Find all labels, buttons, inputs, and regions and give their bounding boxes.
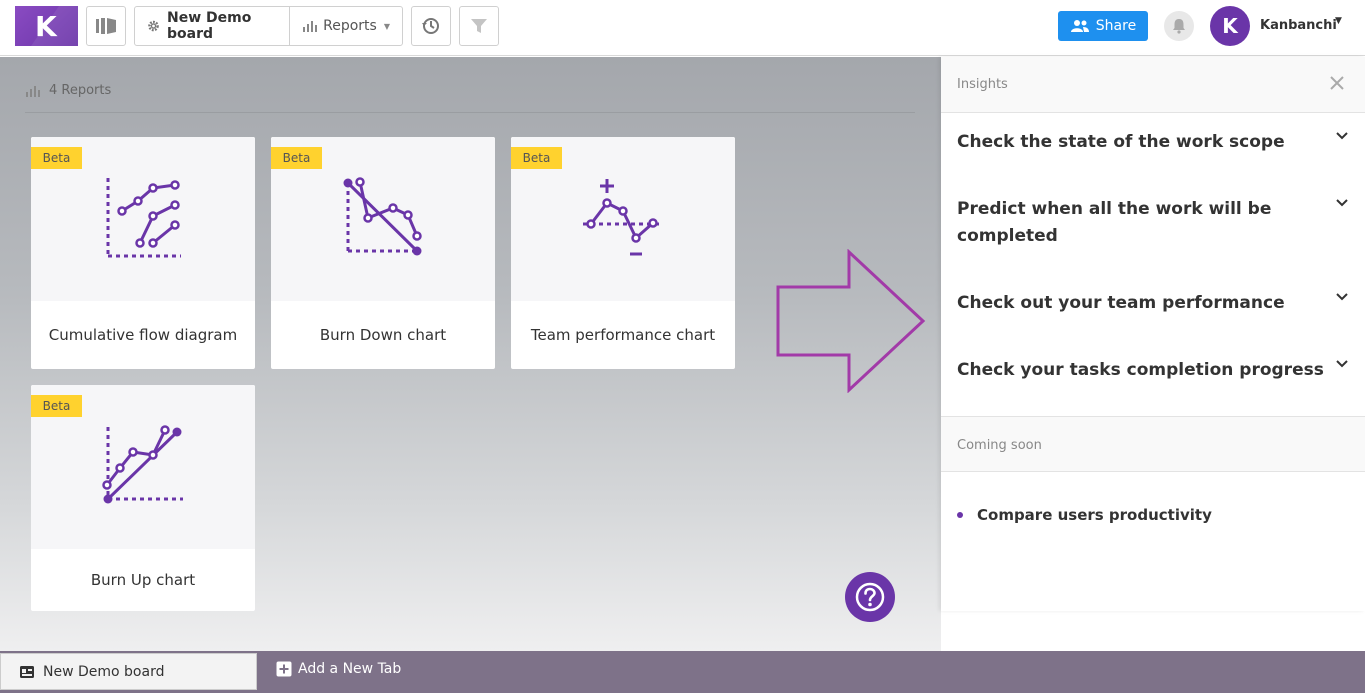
right-arrow-icon xyxy=(776,249,926,393)
report-card-burn-down[interactable]: Beta Burn Down chart xyxy=(271,137,495,369)
reports-label: Reports xyxy=(323,18,377,34)
chevron-down-icon xyxy=(1336,293,1348,301)
notifications-button[interactable] xyxy=(1164,11,1194,41)
insight-predict-completion[interactable]: Predict when all the work will be comple… xyxy=(957,196,1348,250)
bullet-icon xyxy=(957,512,963,518)
board-reports-group: New Demo board Reports ▼ xyxy=(134,6,403,46)
board-settings-button[interactable]: New Demo board xyxy=(135,7,291,45)
avatar[interactable]: K xyxy=(1210,6,1250,46)
users-icon xyxy=(1070,20,1089,32)
coming-soon-label: Coming soon xyxy=(957,438,1042,453)
bar-chart-icon xyxy=(26,85,40,97)
team-performance-icon xyxy=(583,179,663,256)
logo-letter: K xyxy=(35,9,57,43)
beta-badge: Beta xyxy=(511,147,562,169)
coming-soon-header: Coming soon xyxy=(941,416,1365,472)
insights-title: Insights xyxy=(957,77,1008,92)
coming-soon-item-label: Compare users productivity xyxy=(977,506,1212,524)
close-icon[interactable] xyxy=(1329,75,1345,91)
insight-work-scope[interactable]: Check the state of the work scope xyxy=(957,129,1348,156)
beta-badge: Beta xyxy=(31,147,82,169)
chevron-down-icon: ▼ xyxy=(383,21,390,31)
avatar-letter: K xyxy=(1222,14,1238,38)
insight-label: Check your tasks completion progress xyxy=(957,360,1324,380)
bell-icon xyxy=(1173,19,1185,34)
bar-chart-icon xyxy=(303,21,318,32)
tab-label: New Demo board xyxy=(43,663,165,680)
burn-down-icon xyxy=(343,177,422,256)
reports-count-label: 4 Reports xyxy=(49,83,112,98)
share-label: Share xyxy=(1095,18,1137,34)
reports-count: 4 Reports xyxy=(25,83,111,98)
history-icon xyxy=(422,18,439,34)
boards-icon xyxy=(96,18,116,34)
card-title: Burn Up chart xyxy=(90,571,196,589)
insight-label: Predict when all the work will be comple… xyxy=(957,199,1272,246)
divider xyxy=(25,112,915,113)
chevron-down-icon xyxy=(1336,132,1348,140)
report-card-cumulative-flow[interactable]: Beta Cumulative flow diagram xyxy=(31,137,255,369)
beta-badge: Beta xyxy=(31,395,82,417)
insight-team-performance[interactable]: Check out your team performance xyxy=(957,290,1348,317)
share-button[interactable]: Share xyxy=(1058,11,1148,41)
user-name[interactable]: Kanbanchi xyxy=(1260,18,1337,33)
insight-label: Check out your team performance xyxy=(957,293,1285,313)
report-card-burn-up[interactable]: Beta Burn Up chart xyxy=(31,385,255,611)
history-button[interactable] xyxy=(411,6,451,46)
cumulative-flow-icon xyxy=(106,178,181,258)
chevron-down-icon xyxy=(1336,360,1348,368)
beta-badge: Beta xyxy=(271,147,322,169)
kanbanchi-logo[interactable]: K xyxy=(15,6,78,46)
insights-header: Insights xyxy=(941,57,1365,113)
top-bar: K New Demo board Reports ▼ Share K Kanba… xyxy=(0,0,1365,56)
tab-bar: New Demo board Add a New Tab xyxy=(0,651,1365,693)
question-icon xyxy=(855,582,885,612)
tab-new-demo-board[interactable]: New Demo board xyxy=(0,653,257,690)
reports-dropdown[interactable]: Reports ▼ xyxy=(290,7,402,45)
board-name: New Demo board xyxy=(167,10,252,42)
card-title: Cumulative flow diagram xyxy=(48,326,238,344)
add-new-tab-button[interactable]: Add a New Tab xyxy=(276,661,401,677)
burn-up-icon xyxy=(102,425,183,504)
insight-label: Check the state of the work scope xyxy=(957,132,1285,152)
add-tab-label: Add a New Tab xyxy=(298,661,402,677)
help-button[interactable] xyxy=(845,572,895,622)
user-menu-caret-icon[interactable]: ▼ xyxy=(1335,16,1342,26)
insights-panel: Insights Check the state of the work sco… xyxy=(941,57,1365,611)
board-icon xyxy=(20,665,34,678)
gear-icon xyxy=(148,20,159,32)
chevron-down-icon xyxy=(1336,199,1348,207)
insight-tasks-progress[interactable]: Check your tasks completion progress xyxy=(957,357,1348,384)
filter-icon xyxy=(471,19,487,33)
card-title: Burn Down chart xyxy=(319,326,447,344)
reports-area: 4 Reports Beta Cumulative flow diagram B… xyxy=(0,57,941,651)
filter-button[interactable] xyxy=(459,6,499,46)
boards-button[interactable] xyxy=(86,6,126,46)
plus-icon xyxy=(276,661,292,677)
card-title: Team performance chart xyxy=(530,326,716,344)
coming-soon-item: Compare users productivity xyxy=(957,506,1212,524)
report-card-team-performance[interactable]: Beta Team performance chart xyxy=(511,137,735,369)
